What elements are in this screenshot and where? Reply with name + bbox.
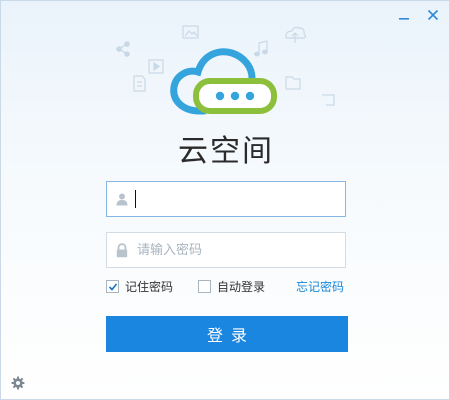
video-icon xyxy=(148,59,164,74)
auto-login-box[interactable] xyxy=(198,280,211,293)
folder-icon xyxy=(285,76,301,90)
auto-login-label: 自动登录 xyxy=(217,280,266,294)
forgot-password-link[interactable]: 忘记密码 xyxy=(296,278,344,295)
cloud-storage-logo xyxy=(170,48,277,115)
remember-password-checkbox[interactable]: 记住密码 xyxy=(106,278,173,295)
remember-password-label: 记住密码 xyxy=(125,280,174,294)
password-input[interactable] xyxy=(137,242,327,258)
cloud-upload-icon xyxy=(285,26,307,43)
password-field[interactable] xyxy=(106,232,346,268)
document-icon xyxy=(133,75,146,92)
lock-icon xyxy=(107,242,137,258)
auto-login-checkbox[interactable]: 自动登录 xyxy=(198,278,265,295)
gear-icon[interactable] xyxy=(11,376,25,390)
login-window: 云空间 记住密码 自动登录 忘记密码 登录 xyxy=(0,0,450,400)
username-input[interactable] xyxy=(136,191,326,207)
app-title: 云空间 xyxy=(178,134,274,169)
username-field[interactable] xyxy=(106,181,346,217)
checkmark-icon xyxy=(108,282,117,291)
remember-password-box[interactable] xyxy=(106,280,119,293)
login-options: 记住密码 自动登录 忘记密码 xyxy=(106,277,346,295)
image-icon xyxy=(182,25,199,39)
file-icon xyxy=(322,94,335,106)
user-icon xyxy=(107,192,137,206)
login-button[interactable]: 登录 xyxy=(106,316,348,352)
share-icon xyxy=(116,41,130,57)
